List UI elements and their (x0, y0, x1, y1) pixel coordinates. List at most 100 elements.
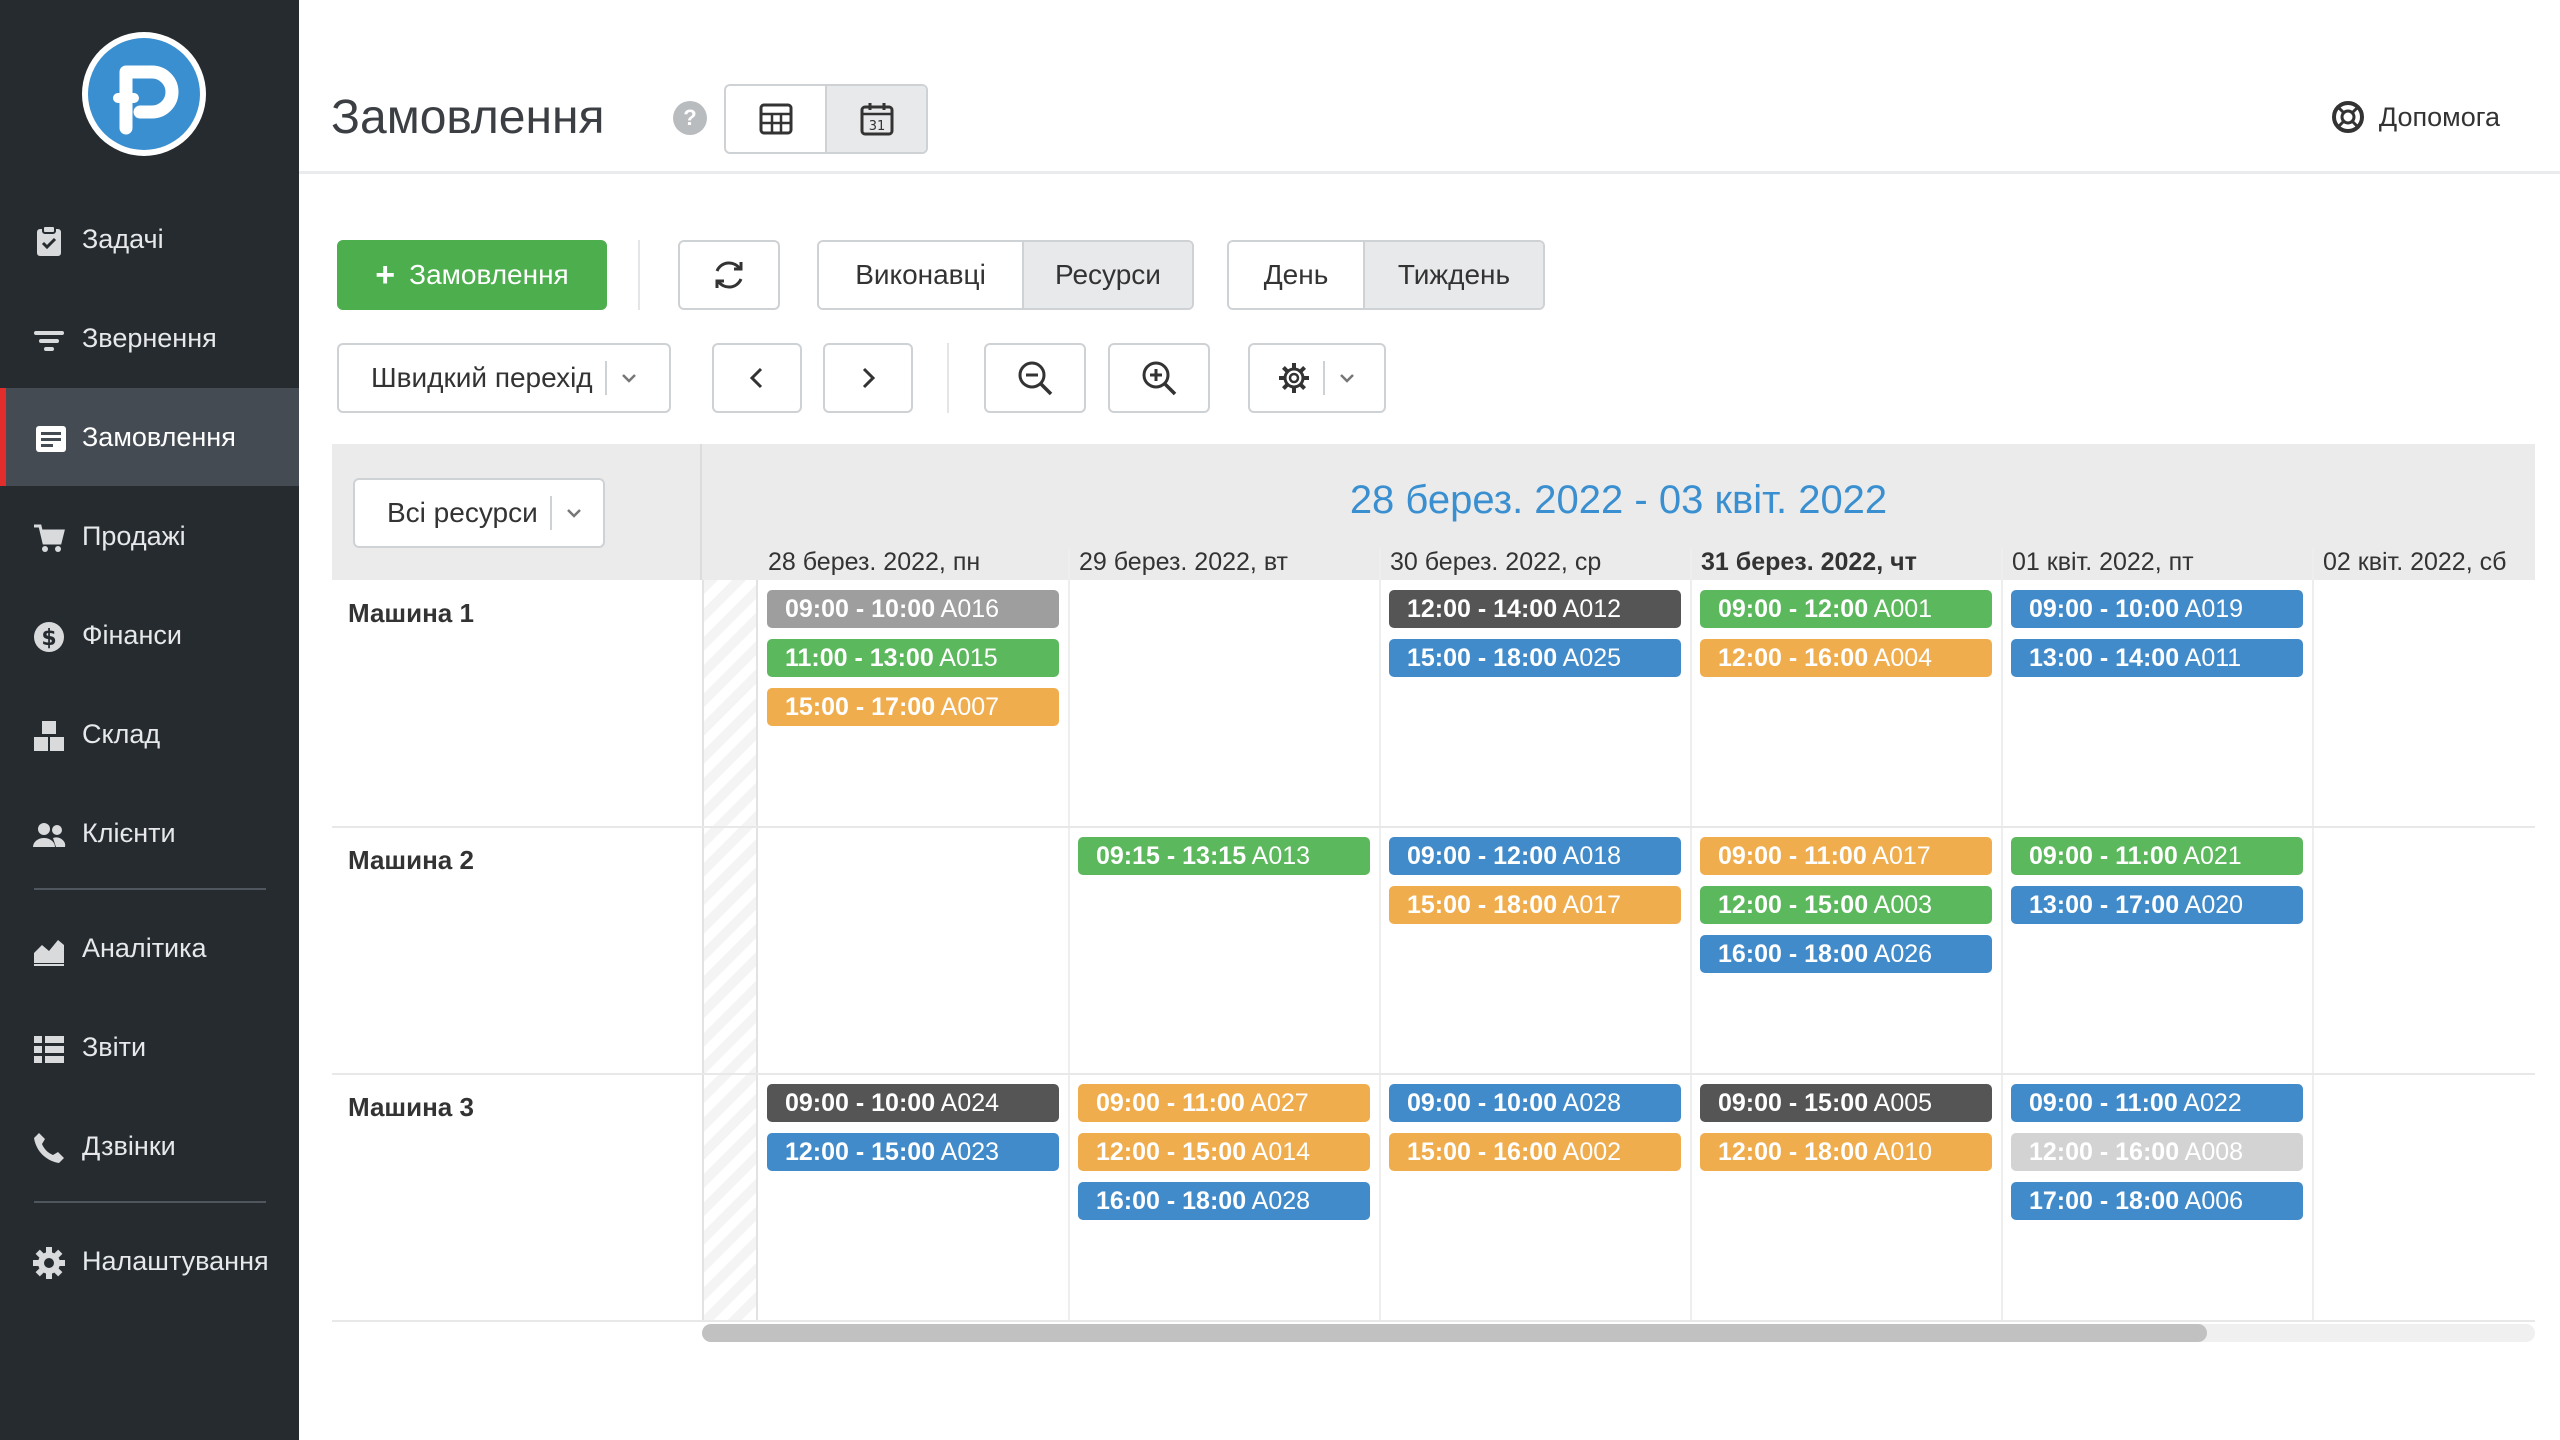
mode-resources-button[interactable]: Ресурси (1022, 242, 1192, 308)
event-chip[interactable]: 12:00 - 16:00 A004 (1700, 639, 1992, 677)
resource-row-divider (332, 1320, 2535, 1322)
event-code: A024 (935, 1089, 1000, 1117)
zoom-out-button[interactable] (984, 343, 1086, 413)
calendar-view-button[interactable]: 31 (825, 86, 926, 152)
view-week-button[interactable]: Тиждень (1363, 242, 1543, 308)
past-time-hatch (702, 580, 758, 1322)
date-range-title: 28 берез. 2022 - 03 квіт. 2022 (1349, 478, 1888, 522)
event-code: A002 (1557, 1138, 1622, 1166)
event-code: A008 (2179, 1138, 2244, 1166)
event-code: A017 (1557, 891, 1622, 919)
event-chip[interactable]: 15:00 - 17:00 A007 (767, 688, 1059, 726)
table-view-button[interactable] (726, 86, 825, 152)
sidebar-item-settings[interactable]: Налаштування (0, 1212, 299, 1310)
event-chip[interactable]: 09:00 - 11:00 A027 (1078, 1084, 1370, 1122)
sidebar-item-tasks[interactable]: Задачі (0, 190, 299, 288)
help-link[interactable]: Допомога (2331, 100, 2500, 134)
logo-mark-icon (88, 38, 200, 150)
chevron-left-icon (749, 367, 763, 389)
event-chip[interactable]: 12:00 - 14:00 A012 (1389, 590, 1681, 628)
event-chip[interactable]: 13:00 - 14:00 A011 (2011, 639, 2303, 677)
refresh-button[interactable] (678, 240, 780, 310)
event-time: 13:00 - 17:00 (2029, 891, 2180, 919)
page-title: Замовлення (331, 91, 605, 144)
event-code: A011 (2179, 644, 2242, 672)
event-time: 12:00 - 16:00 (1718, 644, 1869, 672)
settings-dropdown[interactable] (1248, 343, 1386, 413)
sidebar-item-clients[interactable]: Клієнти (0, 784, 299, 882)
sidebar-item-sales[interactable]: Продажі (0, 487, 299, 585)
zoom-in-icon (1142, 361, 1177, 396)
event-chip[interactable]: 09:00 - 10:00 A019 (2011, 590, 2303, 628)
resource-name: Машина 1 (348, 598, 474, 628)
event-time: 09:00 - 11:00 (1096, 1089, 1245, 1117)
view-day-button[interactable]: День (1229, 242, 1363, 308)
sidebar-item-analytics[interactable]: Аналітика (0, 899, 299, 997)
event-chip[interactable]: 13:00 - 17:00 A020 (2011, 886, 2303, 924)
mode-executors-button[interactable]: Виконавці (819, 242, 1022, 308)
sidebar-item-label: Задачі (82, 224, 164, 254)
event-chip[interactable]: 15:00 - 18:00 A017 (1389, 886, 1681, 924)
view-toggle: 31 (724, 84, 928, 154)
horizontal-scrollbar-thumb[interactable] (702, 1324, 2207, 1342)
zoom-in-button[interactable] (1108, 343, 1210, 413)
next-period-button[interactable] (823, 343, 913, 413)
event-chip[interactable]: 12:00 - 15:00 A023 (767, 1133, 1059, 1171)
event-code: A010 (1868, 1138, 1933, 1166)
event-chip[interactable]: 09:00 - 10:00 A028 (1389, 1084, 1681, 1122)
event-chip[interactable]: 12:00 - 18:00 A010 (1700, 1133, 1992, 1171)
event-chip[interactable]: 15:00 - 18:00 A025 (1389, 639, 1681, 677)
event-time: 12:00 - 14:00 (1407, 595, 1558, 623)
quick-jump-dropdown[interactable]: Швидкий перехід (337, 343, 671, 413)
help-question-icon[interactable]: ? (673, 101, 707, 135)
add-order-button[interactable]: + Замовлення (337, 240, 607, 310)
event-chip[interactable]: 09:00 - 12:00 A018 (1389, 837, 1681, 875)
event-chip[interactable]: 12:00 - 15:00 A014 (1078, 1133, 1370, 1171)
event-code: A022 (2177, 1089, 2242, 1117)
gear-icon (33, 1247, 65, 1279)
event-chip[interactable]: 09:00 - 11:00 A021 (2011, 837, 2303, 875)
sidebar-item-label: Склад (82, 719, 161, 749)
event-chip[interactable]: 11:00 - 13:00 A015 (767, 639, 1059, 677)
resource-filter-dropdown[interactable]: Всі ресурси (353, 478, 605, 548)
sidebar-item-requests[interactable]: Звернення (0, 289, 299, 387)
event-chip[interactable]: 09:00 - 10:00 A024 (767, 1084, 1059, 1122)
event-code: A026 (1868, 940, 1933, 968)
event-code: A018 (1557, 842, 1622, 870)
event-chip[interactable]: 16:00 - 18:00 A028 (1078, 1182, 1370, 1220)
event-chip[interactable]: 15:00 - 16:00 A002 (1389, 1133, 1681, 1171)
sidebar-item-calls[interactable]: Дзвінки (0, 1097, 299, 1195)
sidebar-item-reports[interactable]: Звіти (0, 998, 299, 1096)
mode-switch: Виконавці Ресурси (817, 240, 1194, 310)
chevron-down-icon (566, 509, 581, 518)
sidebar-item-warehouse[interactable]: Склад (0, 685, 299, 783)
sidebar-item-finance[interactable]: $ Фінанси (0, 586, 299, 684)
resource-name: Машина 3 (348, 1092, 474, 1122)
event-code: A001 (1868, 595, 1933, 623)
resource-row-divider (332, 826, 2535, 828)
dropdown-divider (604, 361, 607, 395)
event-chip[interactable]: 17:00 - 18:00 A006 (2011, 1182, 2303, 1220)
event-chip[interactable]: 09:00 - 15:00 A005 (1700, 1084, 1992, 1122)
day-header: 29 берез. 2022, вт (1079, 548, 1288, 576)
sidebar-item-orders[interactable]: Замовлення (0, 388, 299, 486)
event-time: 13:00 - 14:00 (2029, 644, 2180, 672)
calendar-icon: 31 (860, 103, 893, 136)
resource-name: Машина 2 (348, 845, 474, 875)
event-chip[interactable]: 12:00 - 16:00 A008 (2011, 1133, 2303, 1171)
table-icon (759, 103, 792, 135)
event-chip[interactable]: 09:00 - 11:00 A017 (1700, 837, 1992, 875)
event-chip[interactable]: 12:00 - 15:00 A003 (1700, 886, 1992, 924)
app-logo[interactable] (82, 32, 206, 156)
event-chip[interactable]: 09:15 - 13:15 A013 (1078, 837, 1370, 875)
event-time: 09:00 - 11:00 (1718, 842, 1867, 870)
event-chip[interactable]: 09:00 - 12:00 A001 (1700, 590, 1992, 628)
prev-period-button[interactable] (712, 343, 802, 413)
event-code: A004 (1868, 644, 1933, 672)
event-chip[interactable]: 16:00 - 18:00 A026 (1700, 935, 1992, 973)
event-chip[interactable]: 09:00 - 11:00 A022 (2011, 1084, 2303, 1122)
svg-text:$: $ (41, 626, 56, 651)
event-code: A028 (1557, 1089, 1622, 1117)
event-chip[interactable]: 09:00 - 10:00 A016 (767, 590, 1059, 628)
sidebar-divider (34, 1201, 266, 1203)
